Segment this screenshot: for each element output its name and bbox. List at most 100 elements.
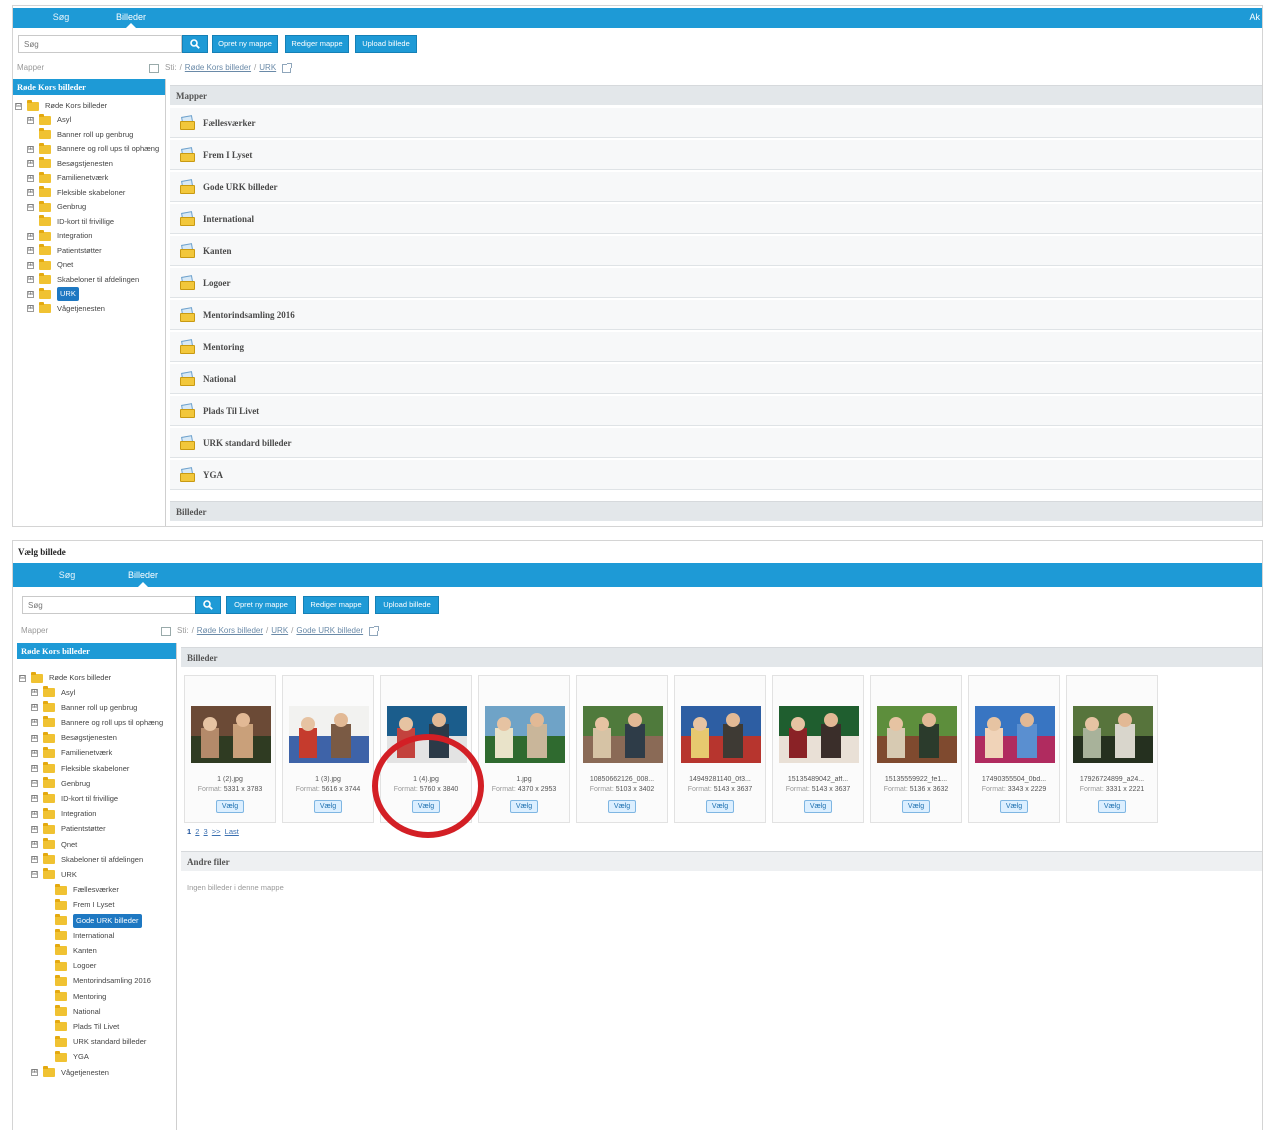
tree-expander-icon[interactable]: ⊞: [27, 261, 34, 269]
tree-item[interactable]: ⊞ ID-kort til frivillige: [31, 792, 118, 806]
tree-item[interactable]: ⊞ Integration: [31, 807, 96, 821]
folder-row[interactable]: Plads Til Livet: [170, 396, 1262, 426]
tree-expander-icon[interactable]: ⊟: [27, 203, 34, 211]
edit-folder-button[interactable]: Rediger mappe: [303, 596, 369, 614]
tree-item-urk-child[interactable]: Fællesværker: [43, 883, 119, 897]
tree-item[interactable]: ⊞ Bannere og roll ups til ophæng: [27, 142, 159, 156]
tree-item[interactable]: ⊟ Genbrug: [31, 777, 90, 791]
tree-item[interactable]: ⊞ Besøgstjenesten: [31, 731, 117, 745]
tree-expander-icon[interactable]: ⊞: [31, 719, 38, 727]
tree-item-urk-child[interactable]: Plads Til Livet: [43, 1020, 119, 1034]
image-card[interactable]: 1 (2).jpg Format: 5331 x 3783 Vælg: [184, 675, 276, 823]
tree-item[interactable]: ⊞ Asyl: [27, 113, 71, 127]
search-button[interactable]: [195, 596, 221, 614]
image-card[interactable]: 1 (3).jpg Format: 5616 x 3744 Vælg: [282, 675, 374, 823]
select-image-button[interactable]: Vælg: [902, 800, 930, 813]
tree-expander-icon[interactable]: ⊞: [27, 232, 34, 240]
tree-item[interactable]: ⊞ Familienetværk: [27, 171, 108, 185]
tab-search[interactable]: Søg: [41, 8, 81, 28]
tree-item-root[interactable]: ⊟ Røde Kors billeder: [19, 671, 111, 685]
tree-expander-icon[interactable]: ⊞: [27, 145, 34, 153]
select-image-button[interactable]: Vælg: [706, 800, 734, 813]
search-button[interactable]: [182, 35, 208, 53]
tree-expander-icon[interactable]: ⊞: [27, 247, 34, 254]
tree-expander-icon[interactable]: ⊟: [15, 102, 22, 110]
tree-expander-icon[interactable]: ⊞: [31, 856, 38, 864]
image-card[interactable]: 15135489042_aff... Format: 5143 x 3637 Væl…: [772, 675, 864, 823]
folder-row[interactable]: Gode URK billeder: [170, 172, 1262, 202]
tree-expander-icon[interactable]: ⊞: [27, 174, 34, 182]
image-thumbnail[interactable]: [289, 706, 369, 763]
folder-row[interactable]: International: [170, 204, 1262, 234]
folder-row[interactable]: YGA: [170, 460, 1262, 490]
tree-expander-icon[interactable]: ⊞: [27, 160, 34, 167]
tree-item[interactable]: ⊞ Fleksible skabeloner: [27, 186, 125, 200]
tree-item[interactable]: ⊟ URK: [31, 868, 77, 882]
next-page-link[interactable]: >>: [212, 827, 221, 836]
tree-expander-icon[interactable]: ⊞: [31, 1069, 38, 1076]
image-card[interactable]: 15135559922_fe1... Format: 5136 x 3632 Væl…: [870, 675, 962, 823]
tree-item-urk-child[interactable]: Gode URK billeder: [43, 913, 142, 928]
tree-item[interactable]: ⊞ Asyl: [31, 686, 75, 700]
tree-item[interactable]: ⊞ Fleksible skabeloner: [31, 762, 129, 776]
folder-row[interactable]: National: [170, 364, 1262, 394]
tree-expander-icon[interactable]: ⊞: [31, 734, 38, 742]
image-thumbnail[interactable]: [1073, 706, 1153, 763]
external-link-icon[interactable]: [282, 62, 293, 73]
tree-item[interactable]: ⊞ Familienetværk: [31, 746, 112, 760]
tree-expander-icon[interactable]: ⊞: [31, 810, 38, 818]
tab-images[interactable]: Billeder: [109, 8, 153, 28]
breadcrumb-root[interactable]: Røde Kors billeder: [197, 622, 263, 640]
tree-item-urk-child[interactable]: URK standard billeder: [43, 1035, 146, 1049]
list-view-icon[interactable]: [149, 63, 159, 73]
tree-expander-icon[interactable]: ⊟: [19, 674, 26, 682]
image-thumbnail[interactable]: [681, 706, 761, 763]
tree-item-urk-child[interactable]: Frem I Lyset: [43, 898, 114, 912]
folder-row[interactable]: Fællesværker: [170, 108, 1262, 138]
page-1[interactable]: 1: [187, 827, 191, 836]
tree-expander-icon[interactable]: ⊞: [31, 689, 38, 696]
external-link-icon[interactable]: [369, 625, 380, 636]
tab-search[interactable]: Søg: [47, 563, 87, 587]
tree-item[interactable]: ⊞ Integration: [27, 229, 92, 243]
image-thumbnail[interactable]: [779, 706, 859, 763]
select-image-button[interactable]: Vælg: [314, 800, 342, 813]
new-folder-button[interactable]: Opret ny mappe: [226, 596, 296, 614]
image-card[interactable]: 14949281140_0f3... Format: 5143 x 3637 Væl…: [674, 675, 766, 823]
select-image-button[interactable]: Vælg: [216, 800, 244, 813]
tree-item[interactable]: ⊞ URK: [27, 287, 79, 301]
select-image-button[interactable]: Vælg: [608, 800, 636, 813]
image-thumbnail[interactable]: [975, 706, 1055, 763]
image-thumbnail[interactable]: [583, 706, 663, 763]
search-input[interactable]: [22, 596, 196, 614]
tree-item[interactable]: ID-kort til frivillige: [27, 215, 114, 229]
folder-row[interactable]: Mentoring: [170, 332, 1262, 362]
tree-expander-icon[interactable]: ⊞: [27, 189, 34, 196]
tree-item[interactable]: ⊞ Bannere og roll ups til ophæng: [31, 716, 163, 730]
image-thumbnail[interactable]: [485, 706, 565, 763]
tree-item[interactable]: ⊞ Skabeloner til afdelingen: [27, 273, 139, 287]
tree-item-urk-child[interactable]: National: [43, 1005, 101, 1019]
page-2[interactable]: 2: [195, 827, 199, 836]
tree-expander-icon[interactable]: ⊞: [31, 765, 38, 772]
tree-item[interactable]: ⊞ Skabeloner til afdelingen: [31, 853, 143, 867]
tab-images[interactable]: Billeder: [119, 563, 167, 587]
edit-folder-button[interactable]: Rediger mappe: [285, 35, 349, 53]
image-card[interactable]: 10850662126_008... Format: 5103 x 3402 Væl…: [576, 675, 668, 823]
list-view-icon[interactable]: [161, 626, 171, 636]
breadcrumb-urk[interactable]: URK: [259, 59, 276, 77]
tree-expander-icon[interactable]: ⊞: [31, 825, 38, 833]
tree-item[interactable]: ⊞ Patientstøtter: [31, 822, 106, 836]
tree-item-root[interactable]: ⊟ Røde Kors billeder: [15, 99, 107, 113]
new-folder-button[interactable]: Opret ny mappe: [212, 35, 278, 53]
select-image-button[interactable]: Vælg: [1000, 800, 1028, 813]
tree-item-urk-child[interactable]: YGA: [43, 1050, 89, 1064]
tree-item[interactable]: ⊞ Qnet: [31, 838, 77, 852]
tree-item[interactable]: ⊟ Genbrug: [27, 200, 86, 214]
folder-row[interactable]: Frem I Lyset: [170, 140, 1262, 170]
select-image-button[interactable]: Vælg: [804, 800, 832, 813]
tree-expander-icon[interactable]: ⊞: [27, 290, 34, 298]
tree-expander-icon[interactable]: ⊞: [27, 276, 34, 283]
tree-item[interactable]: ⊞ Qnet: [27, 258, 73, 272]
image-card[interactable]: 1.jpg Format: 4370 x 2953 Vælg: [478, 675, 570, 823]
